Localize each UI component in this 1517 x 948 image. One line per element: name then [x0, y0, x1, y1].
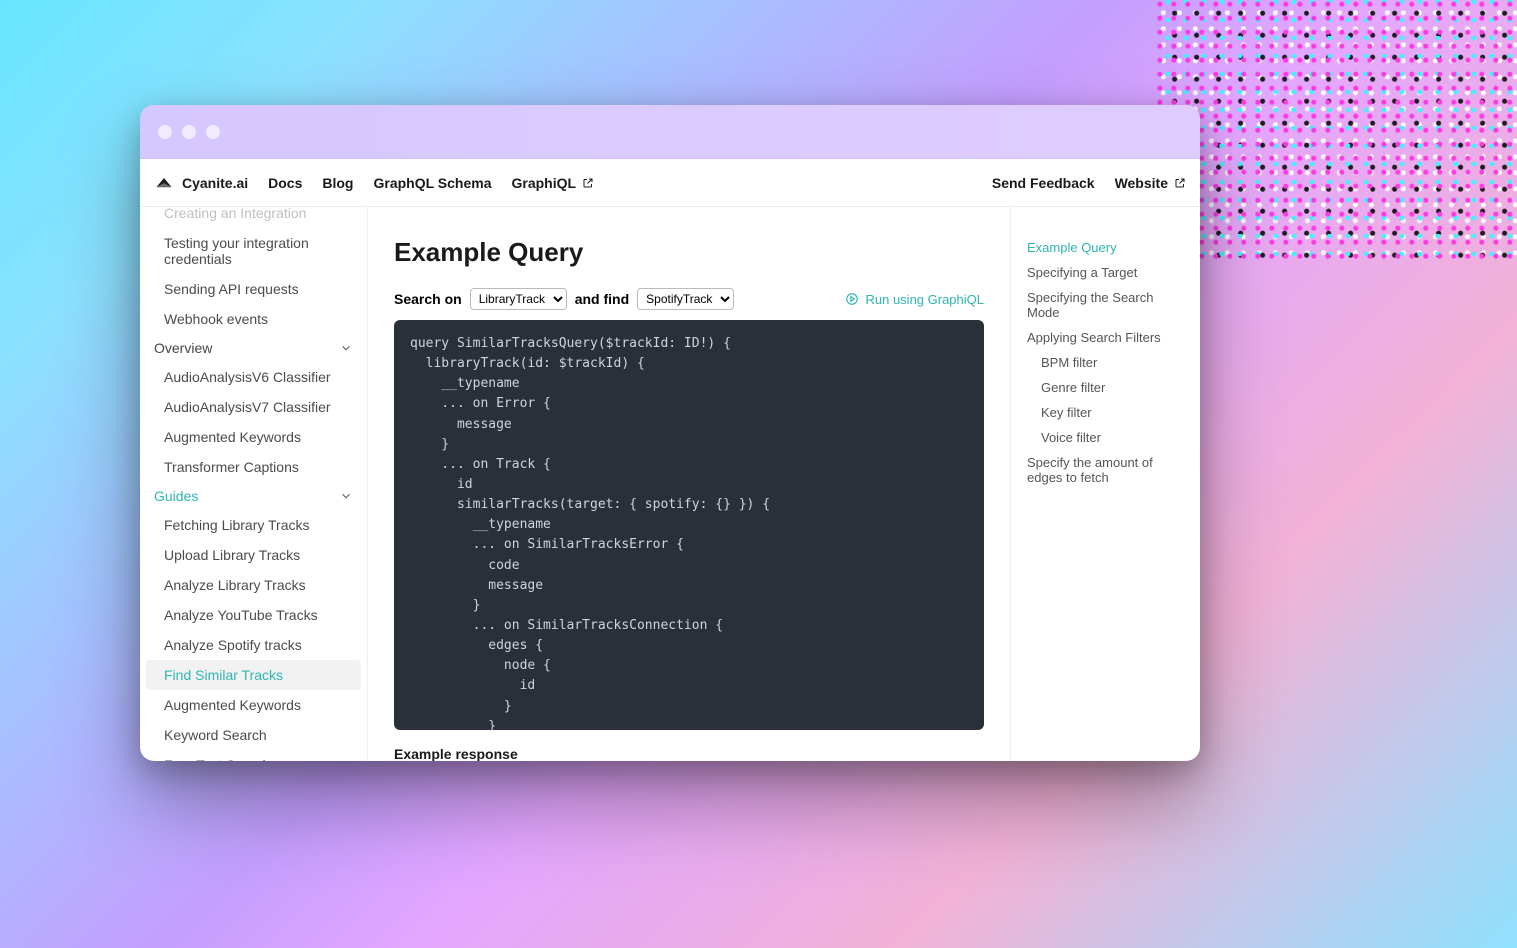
chevron-down-icon: [339, 489, 353, 503]
external-link-icon: [1174, 177, 1186, 189]
search-on-select[interactable]: LibraryTrack: [470, 288, 567, 310]
chevron-down-icon: [339, 341, 353, 355]
window-close-button[interactable]: [158, 125, 172, 139]
toc-item[interactable]: Specifying the Search Mode: [1027, 285, 1186, 325]
run-label: Run using GraphiQL: [865, 292, 984, 307]
table-of-contents: Example QuerySpecifying a TargetSpecifyi…: [1010, 207, 1200, 761]
sidebar-item[interactable]: Free Text Search: [140, 750, 367, 761]
sidebar-item[interactable]: AudioAnalysisV7 Classifier: [140, 392, 367, 422]
sidebar-item[interactable]: Webhook events: [140, 304, 367, 334]
brand[interactable]: Cyanite.ai: [154, 173, 248, 193]
desktop-background: Cyanite.ai Docs Blog GraphQL Schema Grap…: [0, 0, 1517, 948]
brand-logo-icon: [154, 173, 174, 193]
sidebar-item[interactable]: Upload Library Tracks: [140, 540, 367, 570]
sidebar-item[interactable]: Keyword Search: [140, 720, 367, 750]
nav-schema[interactable]: GraphQL Schema: [373, 175, 491, 191]
sidebar-item[interactable]: Testing your integration credentials: [140, 228, 367, 274]
sidebar-item[interactable]: Analyze Library Tracks: [140, 570, 367, 600]
toc-item[interactable]: Key filter: [1027, 400, 1186, 425]
top-nav: Cyanite.ai Docs Blog GraphQL Schema Grap…: [140, 159, 1200, 207]
sidebar-group-label: Overview: [154, 340, 212, 356]
toc-item[interactable]: Specify the amount of edges to fetch: [1027, 450, 1186, 490]
toc-item[interactable]: Voice filter: [1027, 425, 1186, 450]
window-maximize-button[interactable]: [206, 125, 220, 139]
query-controls: Search on LibraryTrack and find SpotifyT…: [394, 288, 984, 310]
sidebar-item[interactable]: AudioAnalysisV6 Classifier: [140, 362, 367, 392]
sidebar-group-label: Guides: [154, 488, 198, 504]
sidebar-item[interactable]: Augmented Keywords: [140, 690, 367, 720]
play-icon: [845, 292, 859, 306]
sidebar-item-active[interactable]: Find Similar Tracks: [146, 660, 361, 690]
sidebar-group-guides[interactable]: Guides: [140, 482, 367, 510]
window-titlebar: [140, 105, 1200, 159]
and-find-select[interactable]: SpotifyTrack: [637, 288, 734, 310]
toc-item[interactable]: Genre filter: [1027, 375, 1186, 400]
search-on-label: Search on: [394, 291, 462, 307]
sidebar-item[interactable]: Transformer Captions: [140, 452, 367, 482]
sidebar: Creating an Integration Testing your int…: [140, 207, 368, 761]
nav-docs[interactable]: Docs: [268, 175, 302, 191]
page-title: Example Query: [394, 237, 984, 268]
example-response-heading: Example response: [394, 746, 984, 761]
toc-item[interactable]: Example Query: [1027, 235, 1186, 260]
brand-name: Cyanite.ai: [182, 175, 248, 191]
browser-window: Cyanite.ai Docs Blog GraphQL Schema Grap…: [140, 105, 1200, 761]
toc-item[interactable]: Specifying a Target: [1027, 260, 1186, 285]
sidebar-group-overview[interactable]: Overview: [140, 334, 367, 362]
run-graphiql-link[interactable]: Run using GraphiQL: [845, 292, 984, 307]
nav-website-label: Website: [1115, 175, 1168, 191]
window-minimize-button[interactable]: [182, 125, 196, 139]
sidebar-item[interactable]: Analyze YouTube Tracks: [140, 600, 367, 630]
content-body: Creating an Integration Testing your int…: [140, 207, 1200, 761]
nav-graphiql[interactable]: GraphiQL: [512, 175, 595, 191]
decorative-noise: [1157, 0, 1517, 260]
main-content: Example Query Search on LibraryTrack and…: [368, 207, 1010, 761]
sidebar-item[interactable]: Analyze Spotify tracks: [140, 630, 367, 660]
sidebar-item[interactable]: Sending API requests: [140, 274, 367, 304]
sidebar-item[interactable]: Augmented Keywords: [140, 422, 367, 452]
toc-item[interactable]: BPM filter: [1027, 350, 1186, 375]
nav-graphiql-label: GraphiQL: [512, 175, 577, 191]
nav-website[interactable]: Website: [1115, 175, 1186, 191]
sidebar-item-truncated[interactable]: Creating an Integration: [140, 207, 367, 228]
and-find-label: and find: [575, 291, 629, 307]
nav-blog[interactable]: Blog: [322, 175, 353, 191]
sidebar-item[interactable]: Fetching Library Tracks: [140, 510, 367, 540]
code-block[interactable]: query SimilarTracksQuery($trackId: ID!) …: [394, 320, 984, 730]
nav-feedback[interactable]: Send Feedback: [992, 175, 1095, 191]
toc-item[interactable]: Applying Search Filters: [1027, 325, 1186, 350]
external-link-icon: [582, 177, 594, 189]
